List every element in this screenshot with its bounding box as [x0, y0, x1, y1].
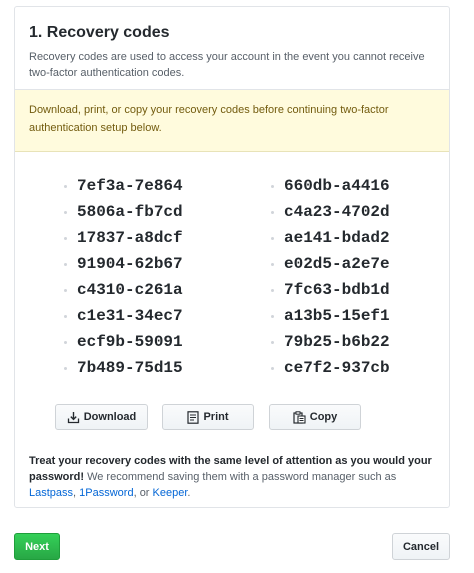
recovery-code: 91904-62b67: [63, 251, 183, 277]
panel-header: 1. Recovery codes Recovery codes are use…: [15, 7, 449, 90]
recovery-code: ce7f2-937cb: [270, 355, 390, 381]
recovery-code-text: c4a23-4702d: [284, 203, 390, 221]
warning-end: .: [187, 487, 191, 499]
bullet-icon: [271, 237, 274, 240]
bullet-icon: [271, 367, 274, 370]
recovery-code-text: ce7f2-937cb: [284, 359, 390, 377]
recovery-code-text: 17837-a8dcf: [77, 229, 183, 247]
notice-banner: Download, print, or copy your recovery c…: [15, 90, 449, 152]
bullet-icon: [64, 367, 67, 370]
recovery-code-text: 7b489-75d15: [77, 359, 183, 377]
section-description: Recovery codes are used to access your a…: [29, 51, 425, 79]
clipboard-icon: [293, 410, 306, 424]
recovery-code-text: a13b5-15ef1: [284, 307, 390, 325]
recovery-code: 7ef3a-7e864: [63, 173, 183, 199]
recovery-code: c4a23-4702d: [270, 199, 390, 225]
recovery-code-text: 7fc63-bdb1d: [284, 281, 390, 299]
warning-text: We recommend saving them with a password…: [87, 471, 397, 483]
1password-link[interactable]: 1Password: [79, 487, 133, 499]
next-button[interactable]: Next: [14, 533, 60, 560]
bullet-icon: [271, 289, 274, 292]
bullet-icon: [64, 341, 67, 344]
bullet-icon: [64, 315, 67, 318]
bullet-icon: [64, 211, 67, 214]
bullet-icon: [64, 237, 67, 240]
copy-button-label: Copy: [309, 411, 338, 423]
print-icon: [187, 410, 200, 424]
recovery-code: 17837-a8dcf: [63, 225, 183, 251]
recovery-code: 7fc63-bdb1d: [270, 277, 390, 303]
recovery-code: e02d5-a2e7e: [270, 251, 390, 277]
bullet-icon: [64, 263, 67, 266]
download-button-label: Download: [83, 411, 137, 423]
recovery-code-text: 7ef3a-7e864: [77, 177, 183, 195]
recovery-code-text: c4310-c261a: [77, 281, 183, 299]
recovery-code: a13b5-15ef1: [270, 303, 390, 329]
recovery-code: c1e31-34ec7: [63, 303, 183, 329]
recovery-code-text: e02d5-a2e7e: [284, 255, 390, 273]
bullet-icon: [271, 315, 274, 318]
bullet-icon: [271, 341, 274, 344]
bullet-icon: [271, 185, 274, 188]
bullet-icon: [271, 263, 274, 266]
recovery-codes-column-left: 7ef3a-7e864 5806a-fb7cd 17837-a8dcf 9190…: [63, 173, 183, 381]
download-button[interactable]: Download: [55, 404, 148, 430]
recovery-code-text: ecf9b-59091: [77, 333, 183, 351]
recovery-code-text: 79b25-b6b22: [284, 333, 390, 351]
print-button[interactable]: Print: [162, 404, 254, 430]
recovery-code-text: 660db-a4416: [284, 177, 390, 195]
print-button-label: Print: [203, 411, 229, 423]
recovery-codes-panel: 1. Recovery codes Recovery codes are use…: [14, 6, 450, 508]
warning-separator: , or: [133, 487, 150, 499]
recovery-codes-column-right: 660db-a4416 c4a23-4702d ae141-bdad2 e02d…: [270, 173, 390, 381]
keeper-link[interactable]: Keeper: [153, 487, 188, 499]
recovery-code: 79b25-b6b22: [270, 329, 390, 355]
recovery-code: ae141-bdad2: [270, 225, 390, 251]
copy-button[interactable]: Copy: [269, 404, 361, 430]
bullet-icon: [271, 211, 274, 214]
recovery-code-text: 91904-62b67: [77, 255, 183, 273]
cancel-button[interactable]: Cancel: [392, 533, 450, 560]
recovery-code: 7b489-75d15: [63, 355, 183, 381]
recovery-code-text: 5806a-fb7cd: [77, 203, 183, 221]
recovery-code: c4310-c261a: [63, 277, 183, 303]
lastpass-link[interactable]: Lastpass: [29, 487, 73, 499]
recovery-code: 660db-a4416: [270, 173, 390, 199]
download-icon: [67, 411, 79, 423]
bullet-icon: [64, 185, 67, 188]
section-title: 1. Recovery codes: [29, 24, 170, 41]
recovery-code-text: ae141-bdad2: [284, 229, 390, 247]
recovery-code: ecf9b-59091: [63, 329, 183, 355]
warning-separator: ,: [73, 487, 77, 499]
recovery-code: 5806a-fb7cd: [63, 199, 183, 225]
storage-warning: Treat your recovery codes with the same …: [29, 453, 439, 501]
bullet-icon: [64, 289, 67, 292]
recovery-code-text: c1e31-34ec7: [77, 307, 183, 325]
recovery-codes-list: 7ef3a-7e864 5806a-fb7cd 17837-a8dcf 9190…: [15, 173, 449, 383]
